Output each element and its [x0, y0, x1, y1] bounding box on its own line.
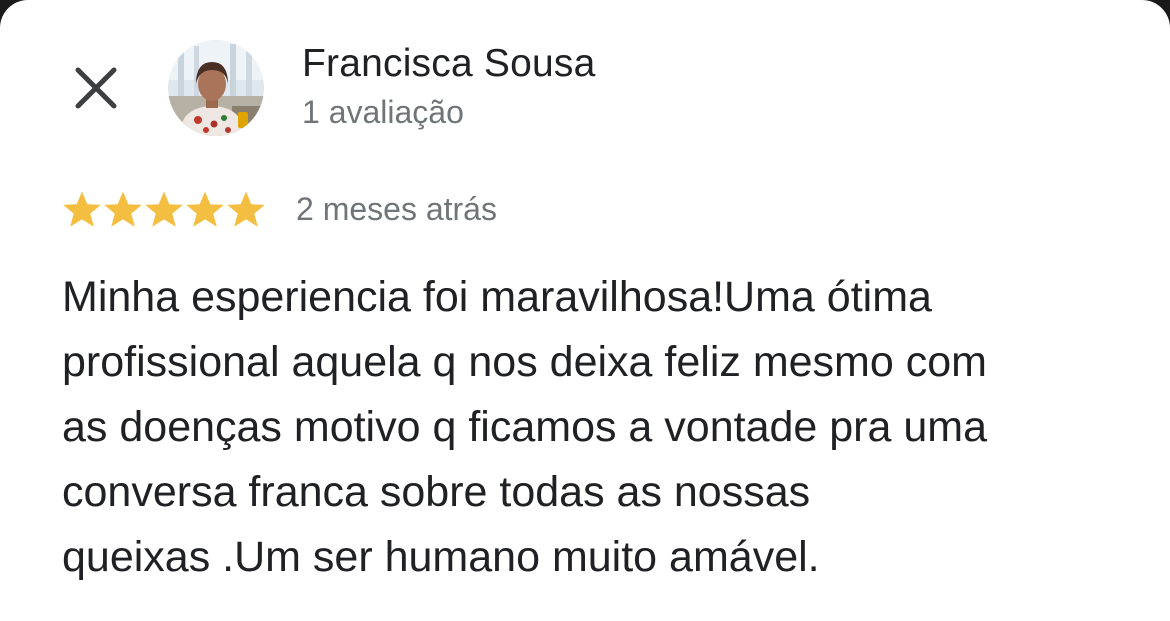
- star-icon: [62, 190, 102, 230]
- review-text-line: as doenças motivo q ficamos a vontade pr…: [62, 403, 988, 451]
- star-icon: [144, 190, 184, 230]
- review-text-line: conversa franca sobre todas as nossas: [62, 468, 811, 516]
- close-button[interactable]: [62, 54, 130, 122]
- review-text: Minha esperiencia foi maravilhosa!Uma ót…: [62, 265, 1132, 590]
- author-name[interactable]: Francisca Sousa: [302, 42, 595, 86]
- review-time: 2 meses atrás: [296, 191, 497, 227]
- avatar[interactable]: [168, 40, 264, 136]
- star-icon: [226, 190, 266, 230]
- review-text-line: Minha esperiencia foi maravilhosa!Uma ót…: [62, 273, 932, 321]
- avatar-photo: [168, 40, 264, 136]
- review-text-line: profissional aquela q nos deixa feliz me…: [62, 338, 987, 386]
- star-rating: [62, 190, 267, 230]
- close-icon: [75, 67, 117, 109]
- review-count: 1 avaliação: [302, 94, 464, 130]
- star-icon: [103, 190, 143, 230]
- star-icon: [185, 190, 225, 230]
- review-text-line: queixas .Um ser humano muito amável.: [62, 533, 820, 581]
- review-card: Francisca Sousa 1 avaliação 2 meses atrá…: [0, 0, 1170, 621]
